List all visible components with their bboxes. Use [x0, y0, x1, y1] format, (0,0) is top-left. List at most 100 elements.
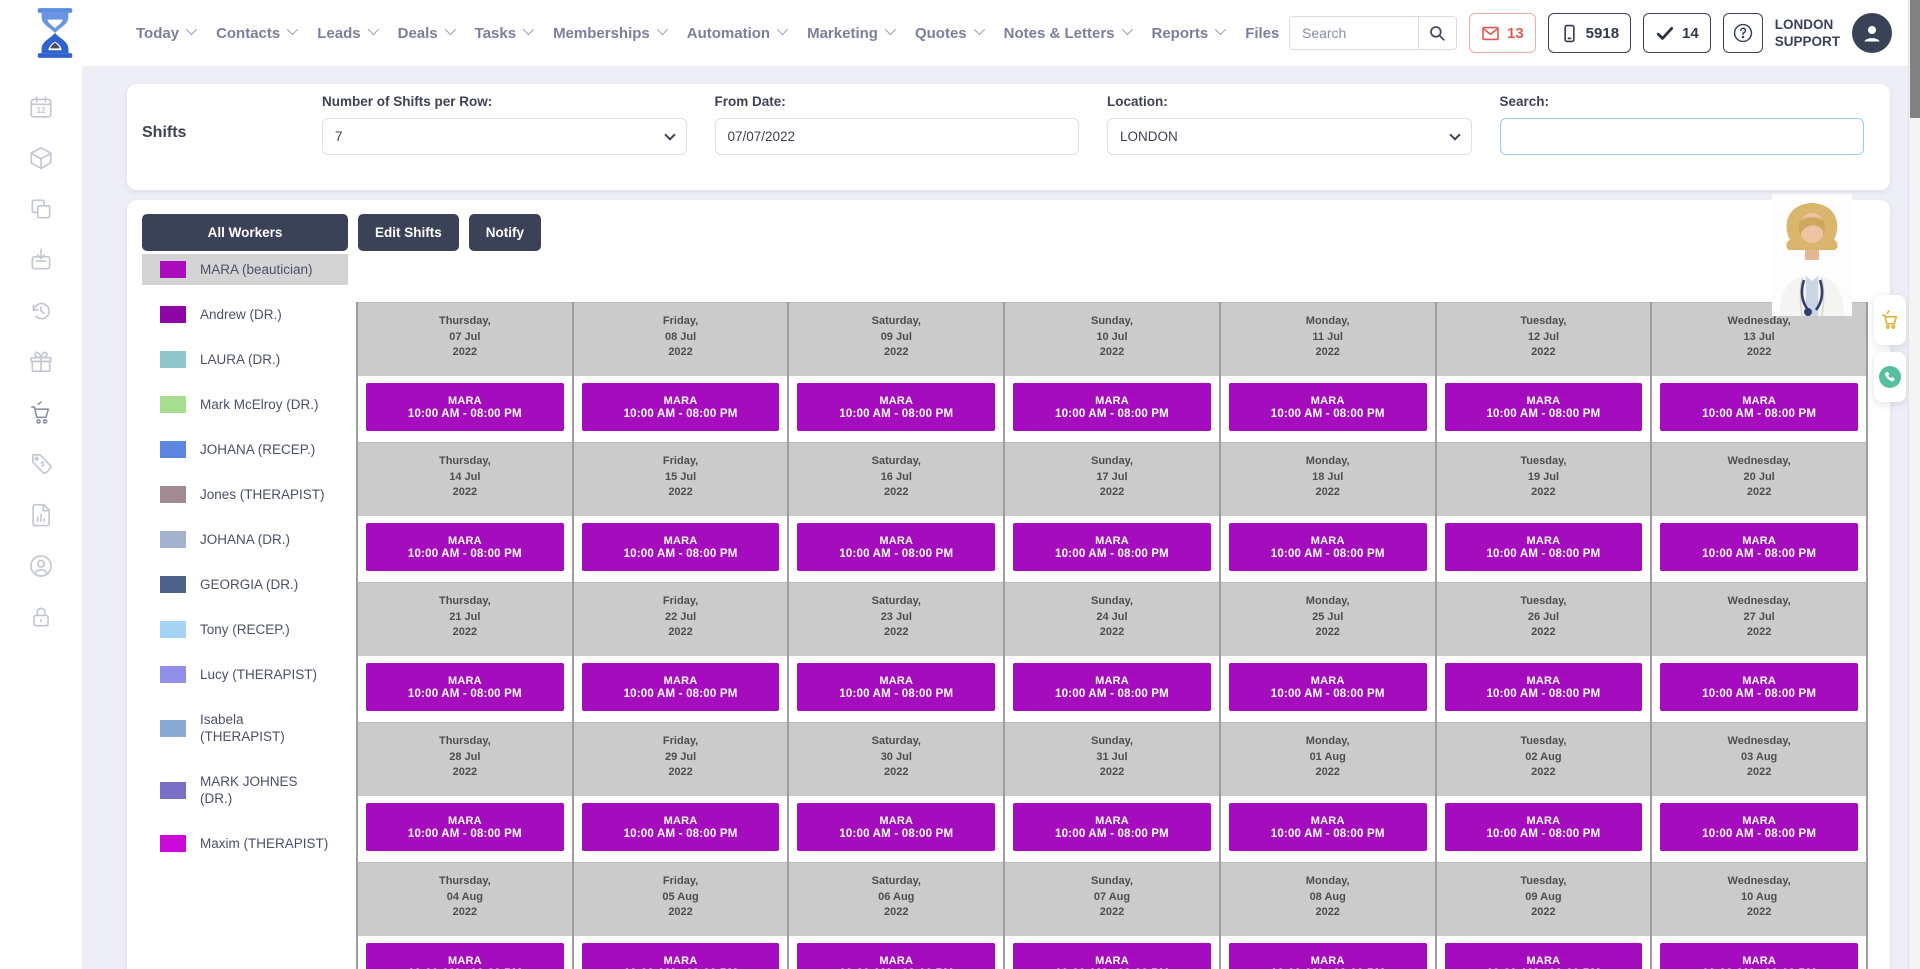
worker-item[interactable]: Tony (RECEP.)	[142, 614, 348, 645]
day-header[interactable]: Saturday,16 Jul2022	[789, 442, 1003, 516]
worker-item[interactable]: Andrew (DR.)	[142, 299, 348, 330]
day-header[interactable]: Saturday,30 Jul2022	[789, 722, 1003, 796]
day-header[interactable]: Thursday,28 Jul2022	[358, 722, 572, 796]
nav-item-marketing[interactable]: Marketing	[807, 25, 893, 42]
from-date-input[interactable]	[728, 129, 1067, 144]
worker-item[interactable]: Mark McElroy (DR.)	[142, 389, 348, 420]
shift-block[interactable]: MARA10:00 AM - 08:00 PM	[582, 523, 780, 571]
scrollbar-thumb[interactable]	[1910, 0, 1920, 118]
package-icon[interactable]	[28, 145, 54, 171]
worker-item[interactable]: Lucy (THERAPIST)	[142, 659, 348, 690]
day-header[interactable]: Tuesday,09 Aug2022	[1437, 862, 1651, 936]
day-header[interactable]: Wednesday,03 Aug2022	[1652, 722, 1866, 796]
shift-block[interactable]: MARA10:00 AM - 08:00 PM	[366, 663, 564, 711]
floating-cart-button[interactable]	[1874, 295, 1906, 345]
shift-block[interactable]: MARA10:00 AM - 08:00 PM	[1660, 943, 1858, 969]
shift-block[interactable]: MARA10:00 AM - 08:00 PM	[582, 803, 780, 851]
worker-item[interactable]: Jones (THERAPIST)	[142, 479, 348, 510]
shift-block[interactable]: MARA10:00 AM - 08:00 PM	[1445, 663, 1643, 711]
shift-block[interactable]: MARA10:00 AM - 08:00 PM	[797, 803, 995, 851]
shift-block[interactable]: MARA10:00 AM - 08:00 PM	[1660, 383, 1858, 431]
day-header[interactable]: Saturday,23 Jul2022	[789, 582, 1003, 656]
tag-icon[interactable]: $	[28, 451, 54, 477]
shift-block[interactable]: MARA10:00 AM - 08:00 PM	[1229, 383, 1427, 431]
worker-item[interactable]: JOHANA (DR.)	[142, 524, 348, 555]
shift-block[interactable]: MARA10:00 AM - 08:00 PM	[797, 383, 995, 431]
search-button[interactable]	[1418, 17, 1456, 49]
shift-block[interactable]: MARA10:00 AM - 08:00 PM	[366, 943, 564, 969]
day-header[interactable]: Sunday,24 Jul2022	[1005, 582, 1219, 656]
messages-badge[interactable]: 13	[1469, 13, 1536, 53]
shift-block[interactable]: MARA10:00 AM - 08:00 PM	[1013, 383, 1211, 431]
worker-item[interactable]: JOHANA (RECEP.)	[142, 434, 348, 465]
notify-button[interactable]: Notify	[469, 214, 541, 251]
day-header[interactable]: Thursday,14 Jul2022	[358, 442, 572, 516]
day-header[interactable]: Thursday,21 Jul2022	[358, 582, 572, 656]
shift-block[interactable]: MARA10:00 AM - 08:00 PM	[1229, 663, 1427, 711]
shift-block[interactable]: MARA10:00 AM - 08:00 PM	[582, 663, 780, 711]
shift-block[interactable]: MARA10:00 AM - 08:00 PM	[1445, 383, 1643, 431]
day-header[interactable]: Sunday,10 Jul2022	[1005, 302, 1219, 376]
copy-icon[interactable]	[28, 196, 54, 222]
help-button[interactable]	[1723, 13, 1763, 53]
day-header[interactable]: Monday,01 Aug2022	[1221, 722, 1435, 796]
header-search-input[interactable]	[1290, 17, 1418, 49]
day-header[interactable]: Saturday,09 Jul2022	[789, 302, 1003, 376]
day-header[interactable]: Friday,29 Jul2022	[574, 722, 788, 796]
location-select[interactable]: LONDON	[1107, 118, 1472, 155]
shift-block[interactable]: MARA10:00 AM - 08:00 PM	[1660, 803, 1858, 851]
shift-block[interactable]: MARA10:00 AM - 08:00 PM	[1660, 663, 1858, 711]
day-header[interactable]: Friday,22 Jul2022	[574, 582, 788, 656]
shift-block[interactable]: MARA10:00 AM - 08:00 PM	[582, 383, 780, 431]
day-header[interactable]: Wednesday,27 Jul2022	[1652, 582, 1866, 656]
tasks-badge[interactable]: 14	[1643, 13, 1711, 53]
day-header[interactable]: Saturday,06 Aug2022	[789, 862, 1003, 936]
nav-item-deals[interactable]: Deals	[398, 25, 453, 42]
nav-item-leads[interactable]: Leads	[317, 25, 375, 42]
shift-block[interactable]: MARA10:00 AM - 08:00 PM	[366, 803, 564, 851]
shift-block[interactable]: MARA10:00 AM - 08:00 PM	[1229, 943, 1427, 969]
user-avatar[interactable]	[1852, 13, 1892, 53]
shift-block[interactable]: MARA10:00 AM - 08:00 PM	[797, 943, 995, 969]
history-icon[interactable]	[28, 298, 54, 324]
phone-badge[interactable]: 5918	[1548, 13, 1631, 53]
shift-block[interactable]: MARA10:00 AM - 08:00 PM	[1660, 523, 1858, 571]
nav-item-tasks[interactable]: Tasks	[475, 25, 531, 42]
day-header[interactable]: Thursday,07 Jul2022	[358, 302, 572, 376]
edit-shifts-button[interactable]: Edit Shifts	[358, 214, 459, 251]
basket-icon[interactable]	[28, 247, 54, 273]
gift-icon[interactable]	[28, 349, 54, 375]
shift-block[interactable]: MARA10:00 AM - 08:00 PM	[1229, 523, 1427, 571]
day-header[interactable]: Monday,08 Aug2022	[1221, 862, 1435, 936]
app-logo-hourglass-icon[interactable]	[32, 8, 78, 58]
day-header[interactable]: Thursday,04 Aug2022	[358, 862, 572, 936]
day-header[interactable]: Tuesday,26 Jul2022	[1437, 582, 1651, 656]
day-header[interactable]: Wednesday,10 Aug2022	[1652, 862, 1866, 936]
shift-block[interactable]: MARA10:00 AM - 08:00 PM	[582, 943, 780, 969]
shift-block[interactable]: MARA10:00 AM - 08:00 PM	[1229, 803, 1427, 851]
day-header[interactable]: Friday,08 Jul2022	[574, 302, 788, 376]
shift-block[interactable]: MARA10:00 AM - 08:00 PM	[366, 383, 564, 431]
worker-item[interactable]: LAURA (DR.)	[142, 344, 348, 375]
day-header[interactable]: Tuesday,12 Jul2022	[1437, 302, 1651, 376]
nav-item-memberships[interactable]: Memberships	[553, 25, 665, 42]
nav-item-reports[interactable]: Reports	[1152, 25, 1224, 42]
nav-item-contacts[interactable]: Contacts	[216, 25, 295, 42]
nav-item-quotes[interactable]: Quotes	[915, 25, 982, 42]
day-header[interactable]: Tuesday,19 Jul2022	[1437, 442, 1651, 516]
nav-item-files[interactable]: Files	[1245, 25, 1279, 42]
shift-block[interactable]: MARA10:00 AM - 08:00 PM	[1445, 523, 1643, 571]
day-header[interactable]: Friday,05 Aug2022	[574, 862, 788, 936]
shift-block[interactable]: MARA10:00 AM - 08:00 PM	[797, 663, 995, 711]
shift-block[interactable]: MARA10:00 AM - 08:00 PM	[1013, 523, 1211, 571]
nav-item-today[interactable]: Today	[136, 25, 194, 42]
nav-item-notes-letters[interactable]: Notes & Letters	[1004, 25, 1130, 42]
worker-item[interactable]: MARK JOHNES (DR.)	[142, 766, 348, 814]
day-header[interactable]: Sunday,07 Aug2022	[1005, 862, 1219, 936]
nav-item-automation[interactable]: Automation	[687, 25, 785, 42]
shift-block[interactable]: MARA10:00 AM - 08:00 PM	[366, 523, 564, 571]
shift-block[interactable]: MARA10:00 AM - 08:00 PM	[797, 523, 995, 571]
worker-item[interactable]: GEORGIA (DR.)	[142, 569, 348, 600]
shift-block[interactable]: MARA10:00 AM - 08:00 PM	[1445, 803, 1643, 851]
day-header[interactable]: Monday,18 Jul2022	[1221, 442, 1435, 516]
